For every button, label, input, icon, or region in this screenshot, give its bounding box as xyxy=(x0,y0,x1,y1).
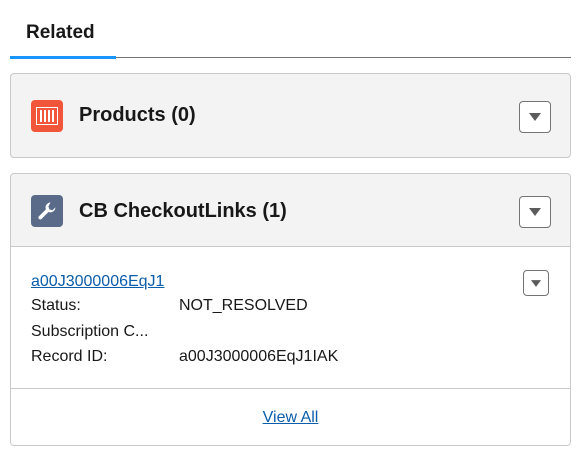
field-label: Status: xyxy=(31,297,81,314)
checkout-link-record: a00J3000006EqJ1 Status: NOT_RESOLVED Sub… xyxy=(11,247,570,389)
checkout-links-card: CB CheckoutLinks (1) a00J3000006EqJ1 Sta… xyxy=(10,173,571,446)
field-label: Record ID: xyxy=(31,348,108,365)
checkout-links-card-title[interactable]: CB CheckoutLinks (1) xyxy=(79,200,287,223)
related-tab-bar: Related xyxy=(10,0,571,59)
tab-related[interactable]: Related xyxy=(10,0,116,59)
chevron-down-icon xyxy=(529,113,541,121)
field-label: Subscription C... xyxy=(31,323,149,340)
record-link[interactable]: a00J3000006EqJ1 xyxy=(31,273,164,291)
products-dropdown-button[interactable] xyxy=(519,101,551,133)
checkout-links-card-footer: View All xyxy=(11,389,570,445)
view-all-link[interactable]: View All xyxy=(11,409,570,427)
chevron-down-icon xyxy=(531,279,541,287)
field-value: NOT_RESOLVED xyxy=(179,297,308,314)
chevron-down-icon xyxy=(529,208,541,216)
products-card: Products (0) xyxy=(10,73,571,158)
products-card-title[interactable]: Products (0) xyxy=(79,104,196,127)
wrench-icon xyxy=(31,195,63,227)
record-actions-dropdown-button[interactable] xyxy=(523,270,549,296)
products-icon xyxy=(31,100,63,132)
field-value: a00J3000006EqJ1IAK xyxy=(179,348,339,365)
active-tab-indicator xyxy=(10,56,116,59)
tab-related-label: Related xyxy=(26,22,95,43)
products-card-header: Products (0) xyxy=(11,74,570,157)
checkout-links-card-header: CB CheckoutLinks (1) xyxy=(11,174,570,247)
checkout-links-dropdown-button[interactable] xyxy=(519,196,551,228)
